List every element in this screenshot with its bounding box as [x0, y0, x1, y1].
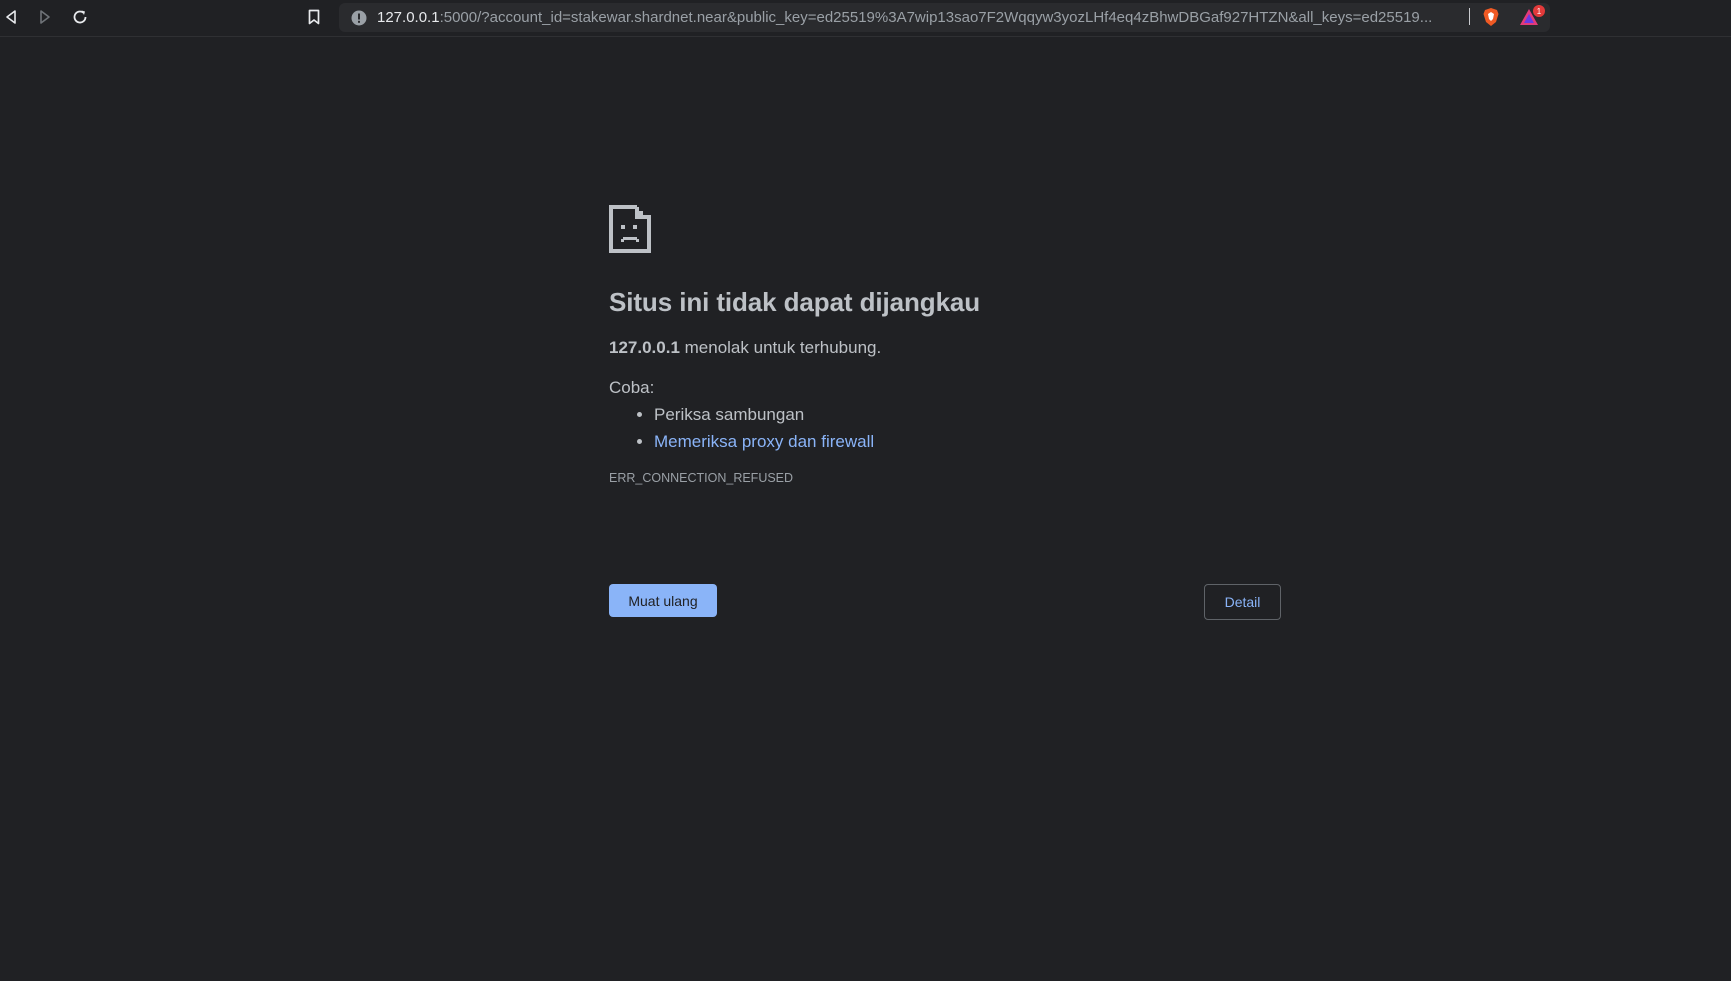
proxy-firewall-link[interactable]: Memeriksa proxy dan firewall: [654, 432, 874, 451]
url-path: :5000/?account_id=stakewar.shardnet.near…: [439, 8, 1433, 26]
suggestion-check-connection: Periksa sambungan: [654, 405, 805, 424]
try-label: Coba:: [609, 378, 655, 397]
url-host: 127.0.0.1: [377, 8, 440, 26]
site-info-icon[interactable]: [351, 10, 367, 26]
suggestion-item: Periksa sambungan: [654, 405, 1281, 425]
error-summary-text: menolak untuk terhubung.: [679, 338, 882, 357]
error-summary: 127.0.0.1 menolak untuk terhubung.: [609, 338, 1281, 358]
sad-document-icon: [609, 205, 651, 253]
url-text[interactable]: 127.0.0.1:5000/?account_id=stakewar.shar…: [377, 9, 1467, 27]
rewards-badge: 1: [1533, 5, 1545, 17]
reload-button[interactable]: Muat ulang: [609, 584, 717, 617]
reload-icon[interactable]: [68, 5, 92, 29]
error-title: Situs ini tidak dapat dijangkau: [609, 287, 981, 317]
toolbar-separator: [1469, 8, 1470, 25]
address-bar[interactable]: 127.0.0.1:5000/?account_id=stakewar.shar…: [339, 3, 1550, 32]
back-icon[interactable]: [0, 5, 24, 29]
error-code: ERR_CONNECTION_REFUSED: [609, 471, 794, 485]
browser-toolbar: 127.0.0.1:5000/?account_id=stakewar.shar…: [0, 0, 1731, 37]
forward-icon[interactable]: [32, 5, 56, 29]
brave-shields-icon[interactable]: [1479, 5, 1503, 29]
error-page: Situs ini tidak dapat dijangkau 127.0.0.…: [609, 205, 1281, 620]
details-button[interactable]: Detail: [1204, 584, 1281, 620]
suggestion-item: Memeriksa proxy dan firewall: [654, 432, 1281, 452]
suggestion-list: Periksa sambungan Memeriksa proxy dan fi…: [609, 405, 1281, 452]
bookmark-icon[interactable]: [302, 5, 326, 29]
error-host: 127.0.0.1: [609, 338, 680, 357]
